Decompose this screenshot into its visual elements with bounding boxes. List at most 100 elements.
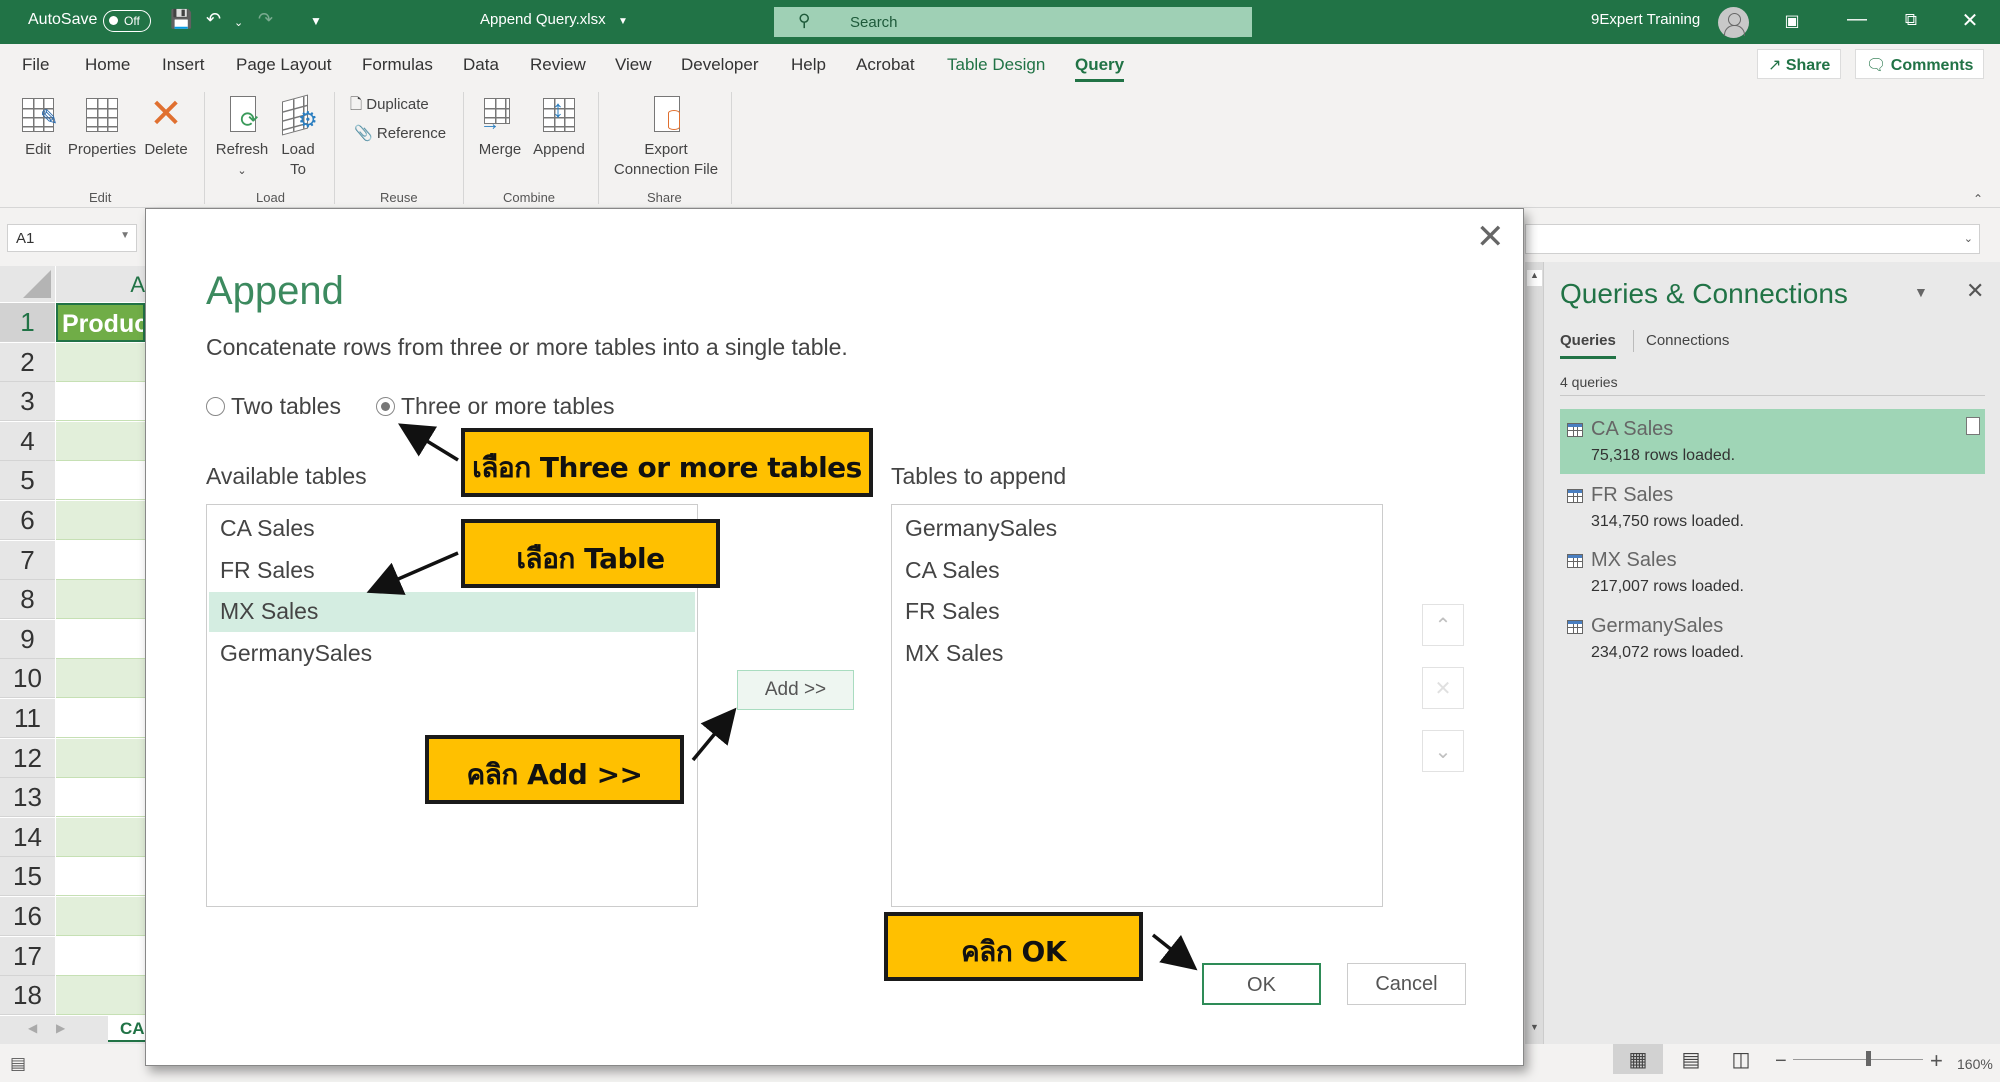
row-header[interactable]: 11: [0, 699, 55, 738]
autosave-toggle[interactable]: Off: [103, 10, 151, 32]
zoom-level[interactable]: 160%: [1957, 1056, 1993, 1072]
row-header[interactable]: 2: [0, 342, 55, 382]
tab-acrobat[interactable]: Acrobat: [856, 55, 915, 75]
comments-button[interactable]: 🗨 Comments: [1855, 49, 1985, 79]
cell[interactable]: [56, 937, 145, 976]
close-window-icon[interactable]: ✕: [1955, 8, 1985, 33]
move-down-button[interactable]: ⌄: [1422, 730, 1464, 772]
row-header[interactable]: 1: [0, 303, 55, 342]
remove-button[interactable]: ✕: [1422, 667, 1464, 709]
cell[interactable]: [56, 541, 145, 580]
pane-close-icon[interactable]: ✕: [1966, 278, 1984, 304]
page-break-view-icon[interactable]: ◫: [1716, 1044, 1766, 1074]
expand-formula-bar-icon[interactable]: ⌄: [1964, 232, 1973, 245]
customize-qat-icon[interactable]: ▼: [310, 14, 322, 28]
cell[interactable]: [56, 461, 145, 501]
cell[interactable]: [56, 342, 145, 382]
append-table-item[interactable]: MX Sales: [894, 634, 1380, 674]
cell[interactable]: [56, 421, 145, 461]
export-connection-file-button[interactable]: Export Connection File: [608, 94, 724, 180]
select-all-button[interactable]: [0, 266, 55, 302]
cancel-button[interactable]: Cancel: [1347, 963, 1466, 1005]
cell[interactable]: [56, 699, 145, 738]
undo-icon[interactable]: ↶: [206, 9, 221, 30]
query-item[interactable]: CA Sales 75,318 rows loaded.: [1560, 409, 1985, 474]
accessibility-icon[interactable]: ▤: [10, 1054, 26, 1074]
tab-data[interactable]: Data: [463, 55, 499, 75]
redo-icon[interactable]: ↷: [258, 9, 273, 30]
zoom-slider-track[interactable]: [1793, 1059, 1923, 1060]
file-name[interactable]: Append Query.xlsx: [480, 11, 606, 28]
cell[interactable]: [56, 976, 145, 1016]
reference-button[interactable]: 📎 Reference: [354, 124, 446, 142]
row-header[interactable]: 8: [0, 580, 55, 620]
radio-two-tables[interactable]: Two tables: [206, 393, 341, 420]
row-header[interactable]: 13: [0, 778, 55, 818]
append-table-item[interactable]: FR Sales: [894, 592, 1380, 632]
refresh-query-icon[interactable]: [1966, 417, 1980, 435]
restore-icon[interactable]: ⧉: [1896, 10, 1926, 30]
query-item[interactable]: MX Sales 217,007 rows loaded.: [1560, 540, 1985, 605]
name-box-dropdown-icon[interactable]: ▼: [120, 230, 130, 241]
formula-bar[interactable]: ⌄: [1525, 224, 1980, 254]
search-box[interactable]: ⚲ Search: [774, 7, 1252, 37]
tab-insert[interactable]: Insert: [162, 55, 205, 75]
cell[interactable]: [56, 620, 145, 659]
cell[interactable]: [56, 738, 145, 778]
available-table-item[interactable]: MX Sales: [209, 592, 695, 632]
save-icon[interactable]: 💾: [170, 9, 192, 30]
zoom-out-button[interactable]: −: [1775, 1050, 1787, 1073]
append-button[interactable]: ↕ Append: [530, 94, 588, 160]
row-header[interactable]: 15: [0, 857, 55, 897]
tab-page-layout[interactable]: Page Layout: [236, 55, 331, 75]
tab-formulas[interactable]: Formulas: [362, 55, 433, 75]
row-header[interactable]: 18: [0, 976, 55, 1016]
sheet-tab-ca[interactable]: CA: [108, 1016, 148, 1042]
filename-dropdown-icon[interactable]: ▼: [618, 16, 628, 27]
radio-three-or-more[interactable]: Three or more tables: [376, 393, 614, 420]
tab-view[interactable]: View: [615, 55, 652, 75]
add-button[interactable]: Add >>: [737, 670, 854, 710]
name-box[interactable]: A1 ▼: [7, 224, 137, 252]
user-name[interactable]: 9Expert Training: [1591, 11, 1700, 28]
query-item[interactable]: FR Sales 314,750 rows loaded.: [1560, 475, 1985, 540]
row-header[interactable]: 16: [0, 897, 55, 936]
row-header[interactable]: 12: [0, 738, 55, 778]
append-table-item[interactable]: GermanySales: [894, 509, 1380, 549]
cell[interactable]: [56, 857, 145, 897]
tab-query[interactable]: Query: [1075, 55, 1125, 82]
row-header[interactable]: 4: [0, 421, 55, 461]
zoom-slider-thumb[interactable]: [1866, 1051, 1871, 1066]
tab-connections[interactable]: Connections: [1646, 332, 1729, 349]
query-item[interactable]: GermanySales 234,072 rows loaded.: [1560, 606, 1985, 671]
row-header[interactable]: 3: [0, 382, 55, 422]
cell[interactable]: [56, 778, 145, 818]
row-header[interactable]: 17: [0, 936, 55, 976]
cell[interactable]: [56, 659, 145, 699]
tables-to-append-list[interactable]: GermanySales CA Sales FR Sales MX Sales: [891, 504, 1383, 907]
cell[interactable]: [56, 382, 145, 422]
next-sheet-icon[interactable]: ▶: [56, 1021, 65, 1035]
move-up-button[interactable]: ⌃: [1422, 604, 1464, 646]
tab-file[interactable]: File: [22, 55, 49, 75]
refresh-button[interactable]: ⟳ Refresh ⌄: [214, 94, 270, 181]
ok-button[interactable]: OK: [1202, 963, 1321, 1005]
minimize-icon[interactable]: —: [1842, 8, 1872, 31]
cell[interactable]: [56, 897, 145, 936]
cell[interactable]: [56, 501, 145, 540]
merge-button[interactable]: → Merge: [474, 94, 526, 160]
tab-developer[interactable]: Developer: [681, 55, 759, 75]
tab-queries[interactable]: Queries: [1560, 332, 1616, 359]
header-cell[interactable]: Product: [56, 303, 145, 342]
zoom-in-button[interactable]: +: [1930, 1048, 1943, 1074]
delete-button[interactable]: ✕ Delete: [141, 94, 191, 160]
undo-dropdown-icon[interactable]: ⌄: [234, 16, 243, 29]
page-layout-view-icon[interactable]: ▤: [1666, 1044, 1716, 1074]
scroll-up-icon[interactable]: ▲: [1527, 270, 1542, 286]
tab-home[interactable]: Home: [85, 55, 130, 75]
load-to-button[interactable]: ⚙ Load To: [276, 94, 320, 180]
refresh-dropdown-icon[interactable]: ⌄: [237, 165, 246, 177]
pane-options-icon[interactable]: ▼: [1914, 284, 1928, 300]
collapse-ribbon-icon[interactable]: ⌃: [1973, 192, 1983, 206]
scroll-down-icon[interactable]: ▼: [1527, 1022, 1542, 1038]
